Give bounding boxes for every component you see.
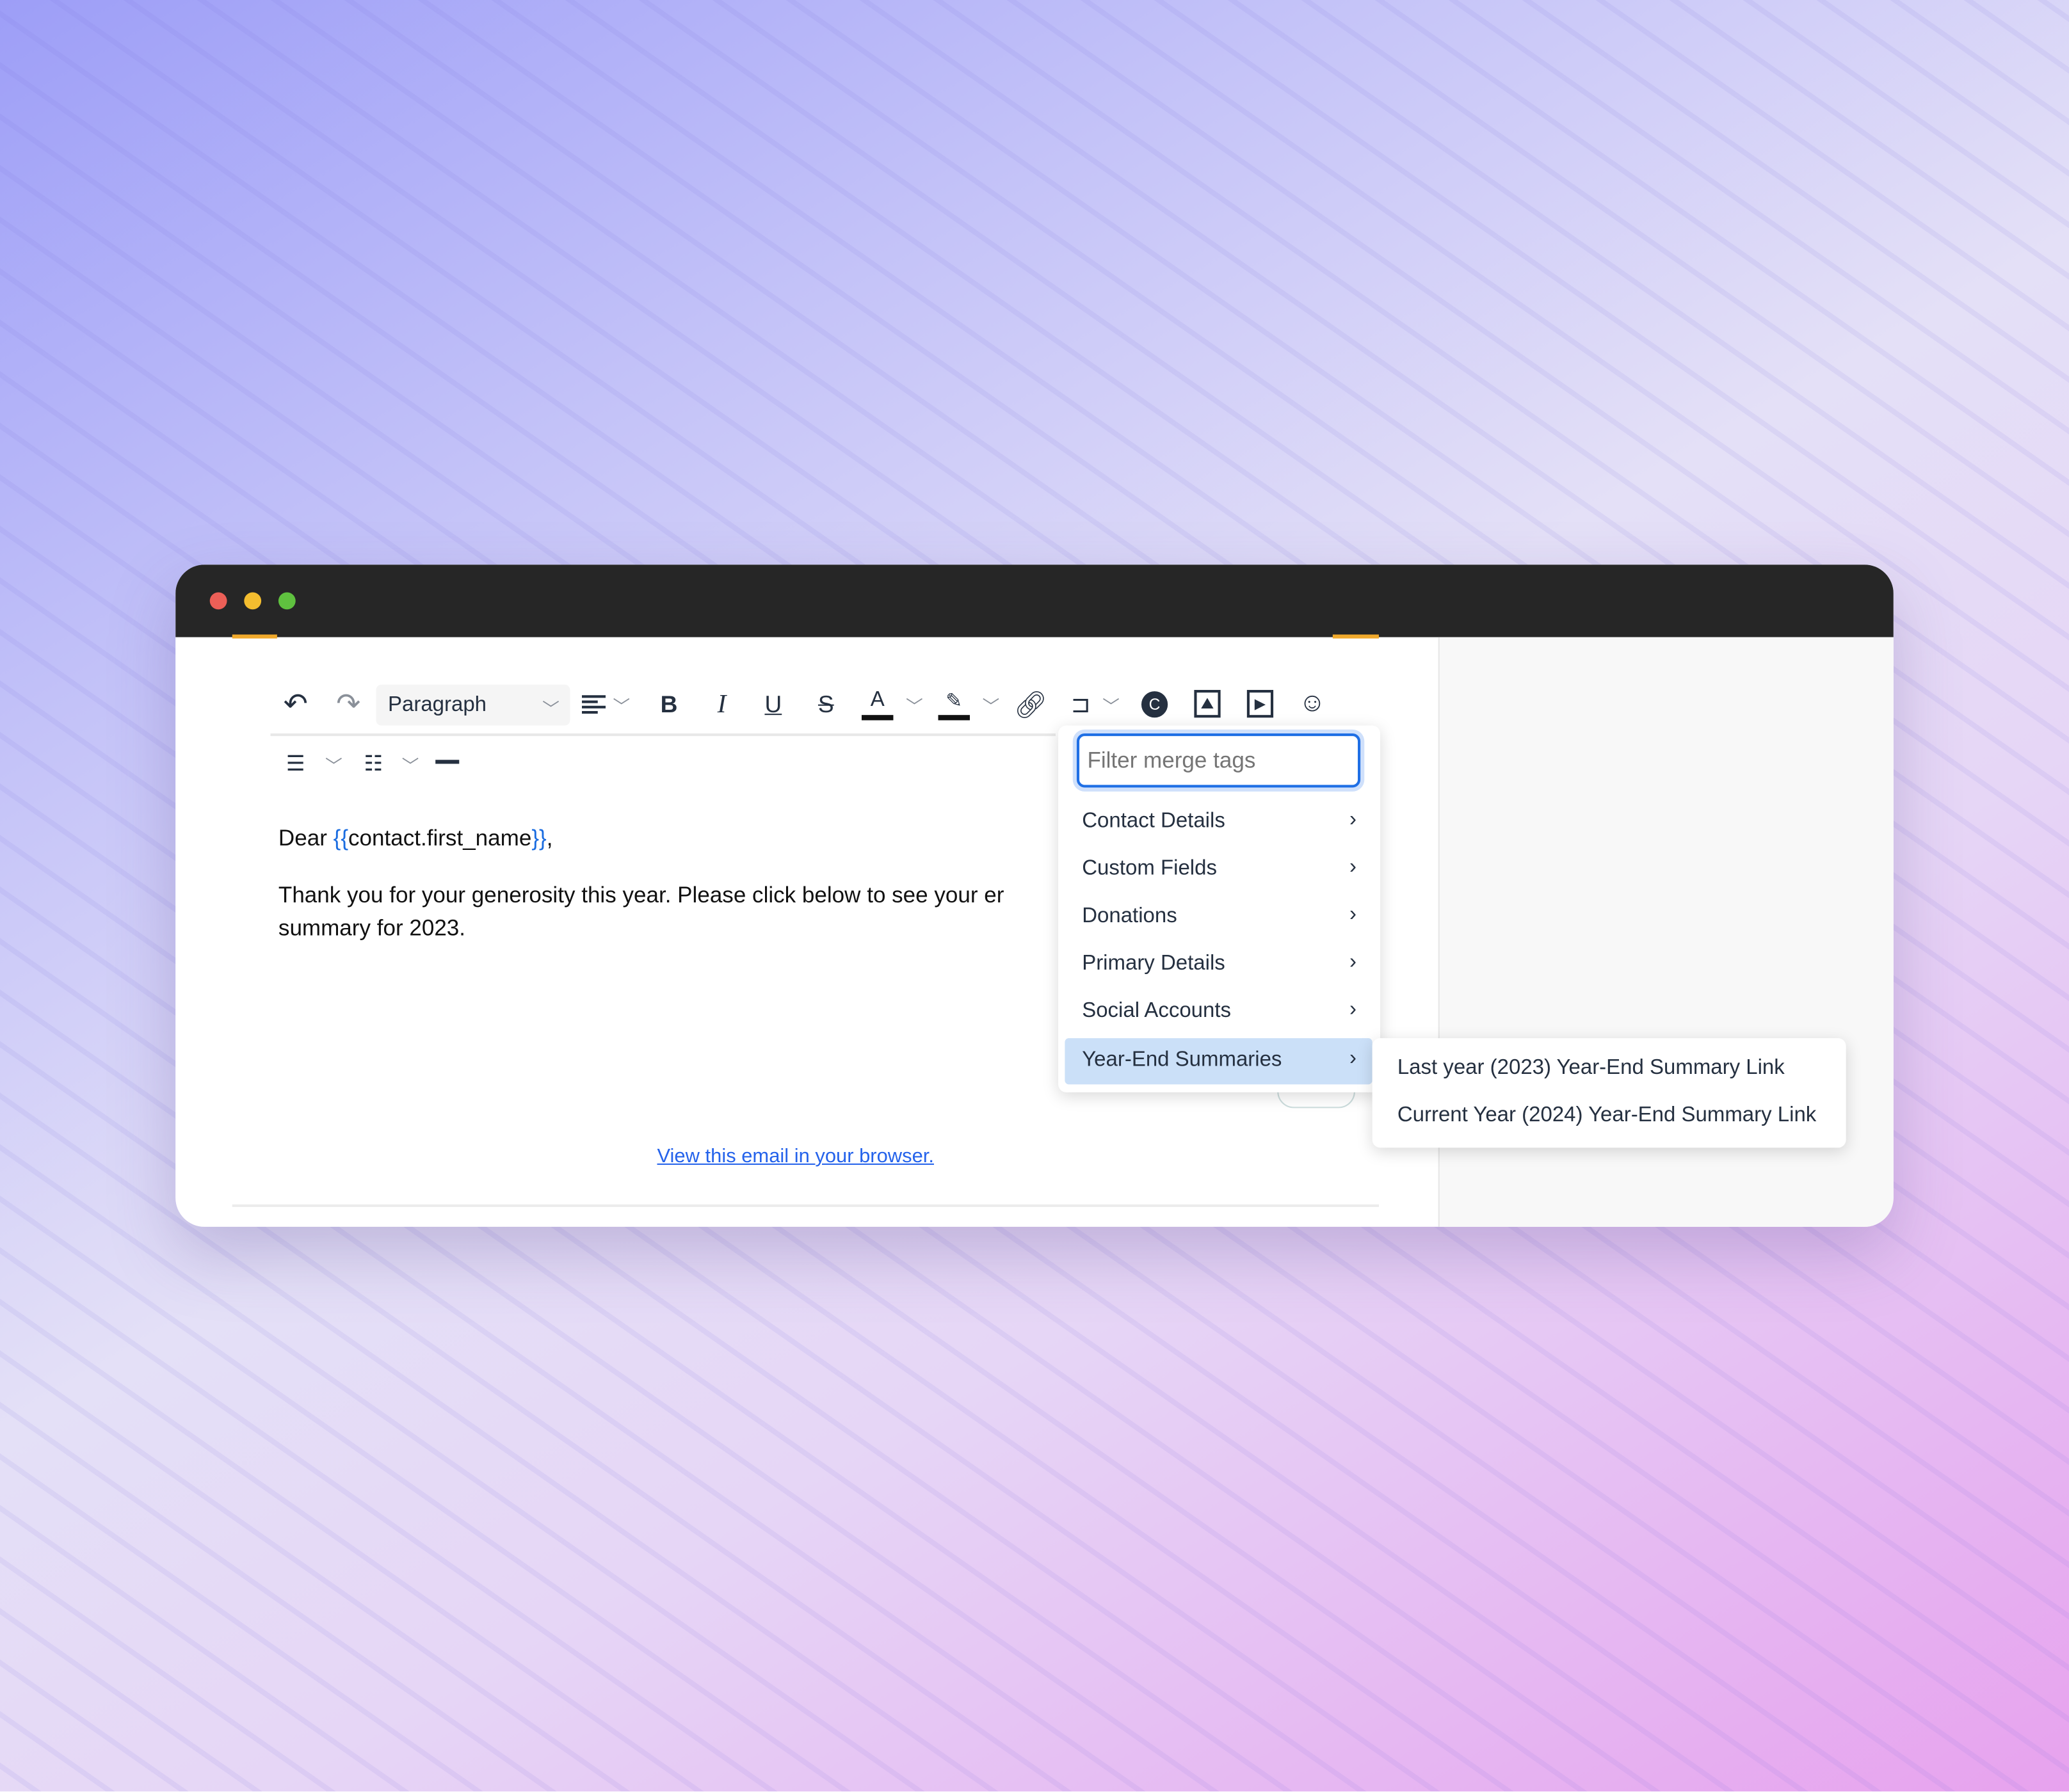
merge-brace: {{	[333, 826, 349, 851]
copyright-icon[interactable]: C	[1141, 691, 1168, 718]
chevron-right-icon: ›	[1349, 808, 1357, 831]
minimize-window-button[interactable]	[244, 592, 262, 610]
link-icon[interactable]: 🔗︎	[1014, 689, 1047, 720]
menu-item-label: Contact Details	[1082, 810, 1225, 833]
merge-tag-icon[interactable]: ⊐	[1065, 689, 1096, 720]
submenu-item-last-year[interactable]: Last year (2023) Year-End Summary Link	[1397, 1057, 1785, 1080]
text: ,	[546, 826, 553, 851]
merge-brace: }}	[531, 826, 547, 851]
toolbar-divider	[270, 733, 1056, 737]
block-format-value: Paragraph	[387, 694, 487, 717]
horizontal-rule-icon[interactable]	[435, 760, 460, 764]
menu-item-label: Social Accounts	[1082, 1000, 1232, 1023]
chevron-right-icon: ›	[1349, 998, 1357, 1021]
chevron-down-icon: ﹀	[542, 699, 560, 719]
menu-item-social-accounts[interactable]: Social Accounts ›	[1065, 989, 1372, 1036]
text-color-icon[interactable]: A	[861, 686, 894, 721]
chevron-right-icon: ›	[1349, 951, 1357, 974]
highlight-icon[interactable]: ✎	[938, 686, 970, 721]
greeting-line[interactable]: Dear {{contact.first_name}},	[278, 822, 553, 855]
chevron-right-icon: ›	[1349, 1047, 1357, 1070]
accent-marker	[232, 634, 277, 639]
text: Dear	[278, 826, 334, 851]
filter-merge-tags-input[interactable]	[1076, 733, 1361, 788]
menu-item-label: Donations	[1082, 904, 1177, 928]
chevron-down-icon[interactable]: ﹀	[323, 751, 344, 777]
menu-item-label: Primary Details	[1082, 952, 1225, 975]
chevron-down-icon[interactable]: ﹀	[400, 751, 421, 777]
chevron-down-icon[interactable]: ﹀	[980, 691, 1001, 717]
accent-marker	[1332, 634, 1379, 639]
menu-item-contact-details[interactable]: Contact Details ›	[1065, 799, 1372, 845]
menu-item-primary-details[interactable]: Primary Details ›	[1065, 942, 1372, 988]
merge-field: contact.first_name	[348, 826, 532, 851]
year-end-submenu: Last year (2023) Year-End Summary Link C…	[1372, 1038, 1846, 1148]
submenu-item-current-year[interactable]: Current Year (2024) Year-End Summary Lin…	[1397, 1104, 1816, 1128]
chevron-right-icon: ›	[1349, 856, 1357, 879]
menu-item-donations[interactable]: Donations ›	[1065, 895, 1372, 941]
body-line[interactable]: Thank you for your generosity this year.…	[278, 879, 1057, 912]
numbered-list-icon[interactable]: ☰	[281, 749, 310, 778]
menu-item-label: Year-End Summaries	[1082, 1048, 1282, 1071]
close-window-button[interactable]	[209, 592, 227, 610]
body-line[interactable]: summary for 2023.	[278, 911, 465, 945]
divider	[232, 1204, 1379, 1208]
menu-item-label: Custom Fields	[1082, 857, 1217, 880]
background: ↶ ↷ Paragraph ﹀ ﹀ B I U S A ﹀ ✎ ﹀ 🔗︎ ⊐ ﹀ …	[0, 0, 2069, 1792]
block-format-select[interactable]: Paragraph ﹀	[376, 684, 570, 726]
view-in-browser-link[interactable]: View this email in your browser.	[657, 1145, 933, 1167]
redo-icon[interactable]: ↷	[331, 687, 366, 721]
video-icon[interactable]: ▶	[1246, 690, 1274, 718]
bulleted-list-icon[interactable]: ☷	[359, 749, 388, 778]
chevron-down-icon[interactable]: ﹀	[1100, 691, 1122, 717]
italic-icon[interactable]: I	[706, 689, 737, 720]
chevron-down-icon[interactable]: ﹀	[904, 691, 925, 717]
image-icon[interactable]: ⛰	[1194, 690, 1221, 718]
menu-item-year-end-summaries[interactable]: Year-End Summaries ›	[1065, 1038, 1373, 1085]
emoji-icon[interactable]: ☺	[1298, 689, 1326, 717]
merge-tags-menu: Contact Details › Custom Fields › Donation…	[1058, 725, 1381, 1092]
title-bar	[175, 564, 1894, 637]
strikethrough-icon[interactable]: S	[810, 689, 842, 720]
align-icon[interactable]	[579, 689, 608, 720]
bold-icon[interactable]: B	[653, 689, 684, 720]
underline-icon[interactable]: U	[757, 689, 789, 720]
chevron-down-icon[interactable]: ﹀	[611, 691, 632, 717]
menu-item-custom-fields[interactable]: Custom Fields ›	[1065, 847, 1372, 893]
chevron-right-icon: ›	[1349, 903, 1357, 926]
undo-icon[interactable]: ↶	[278, 687, 313, 721]
maximize-window-button[interactable]	[278, 592, 296, 610]
